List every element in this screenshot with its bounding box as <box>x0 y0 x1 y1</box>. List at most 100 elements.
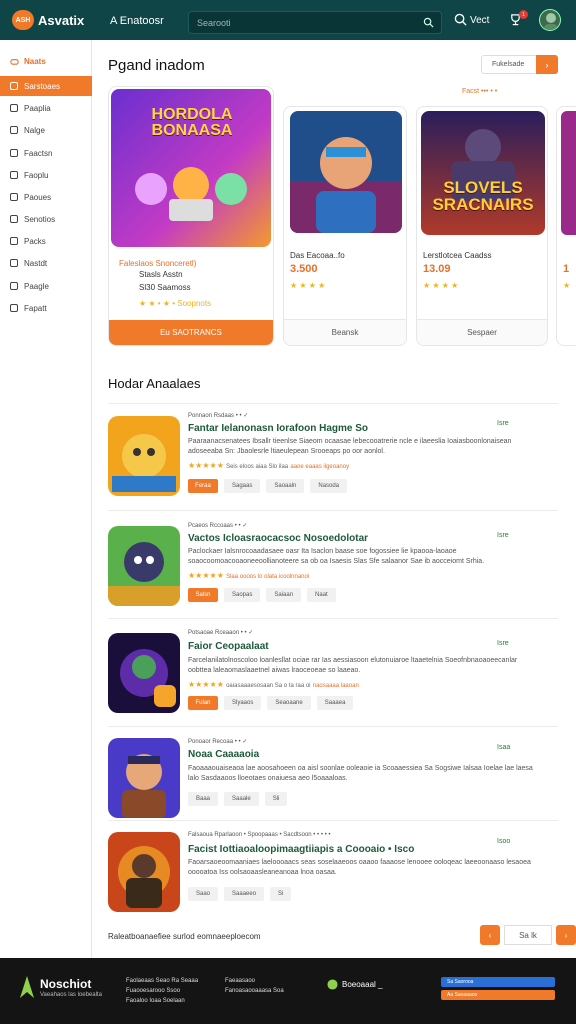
game-icon[interactable] <box>108 526 180 606</box>
game-icon[interactable] <box>108 832 180 912</box>
footer-link[interactable]: Fuaooesarooo Ssoo <box>126 986 198 996</box>
category-icon <box>10 237 18 245</box>
row-title[interactable]: Vactos Icloasraocacsoc Nosoedolotar <box>188 533 368 544</box>
category-icon <box>10 282 18 290</box>
row-tag-button[interactable]: Saaale <box>224 792 259 806</box>
sidebar-item-5[interactable]: Paoues <box>0 187 92 207</box>
row-tag-button[interactable]: Naat <box>307 588 336 602</box>
category-icon <box>10 126 18 134</box>
row-tag-button[interactable]: Nasoda <box>310 479 348 493</box>
next-page-button[interactable]: › <box>556 925 576 945</box>
sidebar-item-6[interactable]: Senotios <box>0 209 92 229</box>
page-indicator[interactable]: Sa lk <box>504 925 552 945</box>
top-nav-link[interactable]: A Enatoosr <box>110 15 164 27</box>
sidebar-item-10[interactable]: Fapatt <box>0 298 92 318</box>
row-meta: Pcaeos Rccoaas • • ✓ <box>188 523 248 529</box>
row-description: Paaraanacsenatees Ibsallr tieenlse Siaeo… <box>188 438 512 455</box>
sidebar-item-label: Fapatt <box>24 303 47 313</box>
footer-brand[interactable]: Noschiot <box>40 977 91 991</box>
footer-links-col1: Faolaeaas Seao Ra Seaaa Fuaooesarooo Sso… <box>126 976 198 1006</box>
row-tag-button[interactable]: Saaaeeo <box>224 887 265 901</box>
footer-link[interactable]: Faeaasaoo <box>225 976 284 986</box>
row-primary-button[interactable]: Feraa <box>188 479 218 493</box>
row-tag-button[interactable]: Saopas <box>224 588 261 602</box>
row-title[interactable]: Noaa Caaaaoia <box>188 749 259 760</box>
row-primary-button[interactable]: Salsn <box>188 588 218 602</box>
card-rating: ★ ★ ★ ★ <box>290 281 326 290</box>
row-tag-button[interactable]: Sli <box>264 792 288 806</box>
rating-text: Seis eloos aiaa Slo ilaa <box>226 464 289 470</box>
search-placeholder: Searooti <box>197 18 231 28</box>
play-store-badge[interactable]: Aa Saoaaaoo <box>441 990 555 1000</box>
game-artwork[interactable] <box>561 111 576 235</box>
app-store-badge[interactable]: Sa Saorooa <box>441 977 555 987</box>
sidebar-item-7[interactable]: Packs <box>0 231 92 251</box>
featured-card-0[interactable]: HORDOLA BONAASA Faleslaos Snonceretl) St… <box>108 86 274 346</box>
card-button[interactable]: Sespaer <box>417 319 547 345</box>
sidebar-item-label: Senotios <box>24 214 56 224</box>
rating-highlight: naosaaaa laaoan <box>312 683 359 689</box>
sidebar-item-1[interactable]: Paaplia <box>0 98 92 118</box>
footer-link[interactable]: Fanoasaooaaasa Soa <box>225 986 284 996</box>
featured-title: Pgand inadom <box>108 57 205 74</box>
card-primary-button[interactable]: Eu SAOTRANCS <box>109 320 273 345</box>
row-tag-button[interactable]: Sagaas <box>224 479 261 493</box>
row-status: Isaa <box>497 744 511 751</box>
row-title[interactable]: Fantar Ielanonasn Iorafoon Hagme So <box>188 423 368 434</box>
row-tag-button[interactable]: Saoaaln <box>266 479 305 493</box>
row-tag-button[interactable]: Slyaaos <box>224 696 262 710</box>
pagination-info: Raleatboanaefiee surlod eomnaeeploecom <box>108 932 261 941</box>
category-icon <box>10 104 18 112</box>
search-icon[interactable] <box>423 17 434 28</box>
game-artwork[interactable] <box>290 111 402 233</box>
divider <box>108 726 558 727</box>
featured-card-3[interactable]: 1 ★ <box>556 106 576 346</box>
row-tag-button[interactable]: Saiaan <box>266 588 302 602</box>
featured-card-1[interactable]: Das Eacoaa..fo 3.500 ★ ★ ★ ★ Beansk <box>283 106 407 346</box>
notifications-label[interactable]: Vect <box>470 15 489 26</box>
category-icon <box>10 304 18 312</box>
featured-filters[interactable]: Facst ••• • • <box>462 88 497 95</box>
social-icon[interactable] <box>327 979 338 990</box>
row-tag-button[interactable]: Saaaea <box>316 696 354 710</box>
card-title: Lerstlotcea Caadss <box>423 251 492 260</box>
sidebar-item-2[interactable]: Nalge <box>0 120 92 140</box>
divider <box>108 403 558 404</box>
row-description: Faoaaaouaiseaoa lae aoosahoeen oa aisl s… <box>188 765 533 782</box>
sidebar: Naats Sarstoaes Paaplia Nalge Faactsn Fa… <box>0 40 92 958</box>
sidebar-heading-text: Naats <box>24 57 46 66</box>
sidebar-item-9[interactable]: Paagle <box>0 276 92 296</box>
list-title: Hodar Anaalaes <box>108 376 201 391</box>
footer-link[interactable]: Faolaeaas Seao Ra Seaaa <box>126 976 198 986</box>
search-user-icon[interactable] <box>454 13 467 26</box>
row-tag-button[interactable]: Si <box>270 887 292 901</box>
game-icon[interactable] <box>108 633 180 713</box>
search-input[interactable]: Searooti <box>188 11 442 34</box>
row-tag-button[interactable]: Seaoaane <box>267 696 311 710</box>
footer-link[interactable]: Faoaloo Ioaa Soelaan <box>126 996 198 1006</box>
prev-page-button[interactable]: ‹ <box>480 925 500 945</box>
game-artwork[interactable] <box>421 111 545 235</box>
sort-chevron-icon[interactable]: › <box>536 55 558 74</box>
card-button[interactable]: Beansk <box>284 319 406 345</box>
sidebar-item-label: Nastdt <box>24 258 48 268</box>
game-icon[interactable] <box>108 738 180 818</box>
avatar[interactable] <box>539 9 561 31</box>
game-icon[interactable] <box>108 416 180 496</box>
sidebar-item-4[interactable]: Faoplu <box>0 165 92 185</box>
sidebar-item-3[interactable]: Faactsn <box>0 143 92 163</box>
row-meta: Ponoaor Recoaa • • ✓ <box>188 739 248 745</box>
logo-badge[interactable]: ASH <box>12 10 34 30</box>
row-primary-button[interactable]: Fulan <box>188 696 218 710</box>
footer-social[interactable]: Boeoaaal _ <box>327 979 382 990</box>
sidebar-item-8[interactable]: Nastdt <box>0 253 92 273</box>
row-title[interactable]: Faior Ceopaalaat <box>188 641 269 652</box>
row-tag-button[interactable]: Saao <box>188 887 219 901</box>
featured-card-2[interactable]: SLOVELS SRACNAIRS Lerstlotcea Caadss 13.… <box>416 106 548 346</box>
row-buttons: Fulan Slyaaos Seaoaane Saaaea <box>188 696 354 710</box>
sidebar-item-0[interactable]: Sarstoaes <box>0 76 92 96</box>
category-icon <box>10 193 18 201</box>
row-title[interactable]: Facist Iottiaoaloopimaagtiiapis a Coooai… <box>188 844 414 855</box>
row-tag-button[interactable]: Baaa <box>188 792 219 806</box>
app-logo-text[interactable]: Asvatix <box>38 13 84 28</box>
